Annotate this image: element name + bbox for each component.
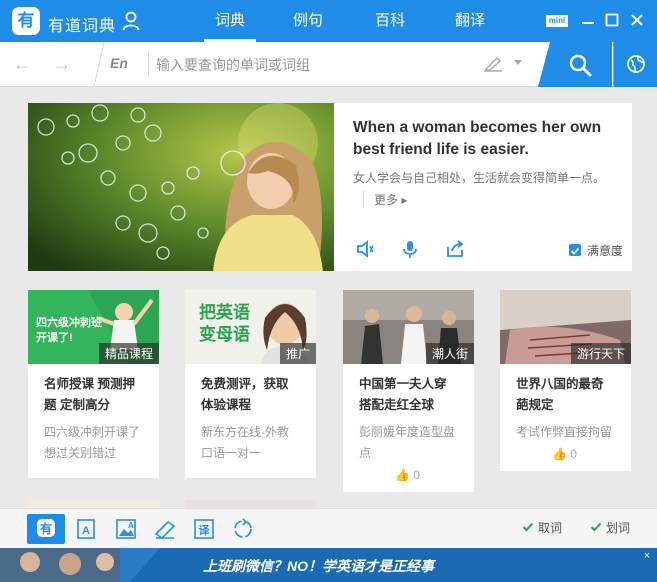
app-name: 有道词典 [48, 18, 117, 35]
tab-dictionary[interactable]: 词典 [200, 0, 260, 42]
svg-text:A: A [82, 525, 90, 537]
card-image-caption: 把英语 变母语 [199, 303, 250, 344]
card-description: 新东方在线-外教口语一对一 [201, 425, 289, 460]
like-count[interactable]: 👍 0 [343, 464, 474, 492]
chevron-down-icon[interactable] [514, 60, 522, 65]
card-description: 考试作弊直接拘留 [516, 425, 613, 439]
card-title: 免费测评，获取体验课程 [201, 377, 289, 412]
forward-arrow-icon[interactable]: → [52, 54, 72, 74]
card-tag: 游行天下 [570, 343, 631, 364]
card-image: 把英语 变母语 推广 [185, 290, 316, 364]
more-label: 更多 [374, 193, 399, 207]
image-translate-icon[interactable]: A [107, 514, 145, 544]
maximize-icon[interactable] [602, 10, 622, 30]
satisfaction-checkbox[interactable] [569, 244, 581, 256]
daily-sentence-chinese: 女人学会与自己相处，生活就会变得简单一点。 [353, 171, 606, 185]
notebook-icon[interactable] [146, 514, 184, 544]
card-image: 潮人街 [343, 290, 474, 364]
search-bar: ← → En [0, 42, 657, 87]
svg-text:译: 译 [199, 524, 211, 537]
minimize-icon[interactable] [578, 10, 598, 30]
user-icon[interactable] [122, 11, 140, 31]
text-translate-icon[interactable]: A [68, 514, 106, 544]
daily-sentence-english[interactable]: When a woman becomes her own best friend… [353, 117, 621, 161]
card-title: 中国第一夫人穿搭配走红全球 [359, 377, 447, 412]
youdao-logo-icon: 有 [12, 7, 40, 35]
more-link[interactable]: 更多 ▸ [363, 191, 407, 208]
handwriting-icon[interactable] [482, 54, 504, 74]
speaker-icon[interactable] [355, 239, 375, 259]
like-count-value: 0 [413, 468, 420, 482]
search-icon [569, 54, 592, 77]
refresh-icon[interactable] [224, 514, 262, 544]
title-bar: 有 有道词典 词典 例句 百科 翻译 mini [0, 0, 657, 42]
check-icon [570, 247, 580, 255]
daily-sentence-panel: When a woman becomes her own best friend… [28, 103, 632, 271]
dictionary-tool-button[interactable]: 有 [27, 514, 65, 544]
promo-card[interactable]: 把英语 变母语 推广 免费测评，获取体验课程 新东方在线-外教口语一对一 [185, 290, 316, 478]
like-count-value: 0 [570, 447, 577, 461]
capture-word-toggle[interactable]: 取词 [538, 519, 562, 536]
like-count[interactable]: 👍 0 [500, 443, 631, 471]
select-word-toggle[interactable]: 划词 [606, 519, 630, 536]
close-icon[interactable]: × [641, 550, 653, 562]
divider [93, 42, 105, 87]
tab-encyclopedia[interactable]: 百科 [360, 0, 420, 42]
svg-text:A: A [128, 521, 134, 530]
divider [148, 52, 149, 77]
tab-examples[interactable]: 例句 [278, 0, 338, 42]
check-icon[interactable] [522, 521, 534, 533]
microphone-icon[interactable] [400, 239, 420, 259]
back-arrow-icon[interactable]: ← [12, 54, 32, 74]
card-description: 四六级冲刺开课了 想过关别错过 [44, 425, 141, 460]
thumbs-up-icon: 👍 [395, 468, 410, 482]
search-button[interactable] [538, 42, 612, 87]
hero-image[interactable] [28, 103, 334, 271]
card-title: 名师授课 预测押题 定制高分 [44, 377, 135, 412]
satisfaction-label: 满意度 [587, 244, 624, 258]
card-description: 彭丽媛年度造型盘点 [359, 425, 456, 460]
card-tag: 推广 [279, 343, 316, 364]
share-icon[interactable] [445, 239, 465, 259]
globe-icon [627, 55, 645, 73]
card-image: 四六级冲刺班 开课了! 精品课程 [28, 290, 159, 364]
course-card[interactable]: 四六级冲刺班 开课了! 精品课程 名师授课 预测押题 定制高分 四六级冲刺开课了… [28, 290, 159, 478]
check-icon[interactable] [590, 521, 602, 533]
card-title: 世界八国的最奇葩规定 [516, 377, 604, 412]
dictionary-icon: 有 [37, 519, 55, 537]
card-tag: 潮人街 [425, 343, 474, 364]
fashion-card[interactable]: 潮人街 中国第一夫人穿搭配走红全球 彭丽媛年度造型盘点 👍 0 [343, 290, 474, 492]
ad-banner[interactable]: 上班刷微信？NO！学英语才是正经事 × [0, 548, 657, 582]
bottom-toolbar: 有 A A 译 取词 划词 [0, 508, 657, 548]
card-image-caption: 四六级冲刺班 开课了! [36, 317, 102, 344]
ad-text: 上班刷微信？NO！学英语才是正经事 [203, 558, 434, 574]
translate-icon[interactable]: 译 [185, 514, 223, 544]
mini-mode-button[interactable]: mini [546, 15, 568, 27]
card-image: 游行天下 [500, 290, 631, 364]
tab-translate[interactable]: 翻译 [440, 0, 500, 42]
search-input[interactable] [156, 50, 466, 80]
close-icon[interactable] [627, 10, 647, 30]
svg-text:有: 有 [40, 521, 52, 536]
thumbs-up-icon: 👍 [552, 447, 567, 461]
web-search-button[interactable] [613, 42, 657, 87]
card-tag: 精品课程 [98, 343, 159, 364]
travel-card[interactable]: 游行天下 世界八国的最奇葩规定 考试作弊直接拘留 👍 0 [500, 290, 631, 471]
language-selector[interactable]: En [110, 55, 128, 71]
